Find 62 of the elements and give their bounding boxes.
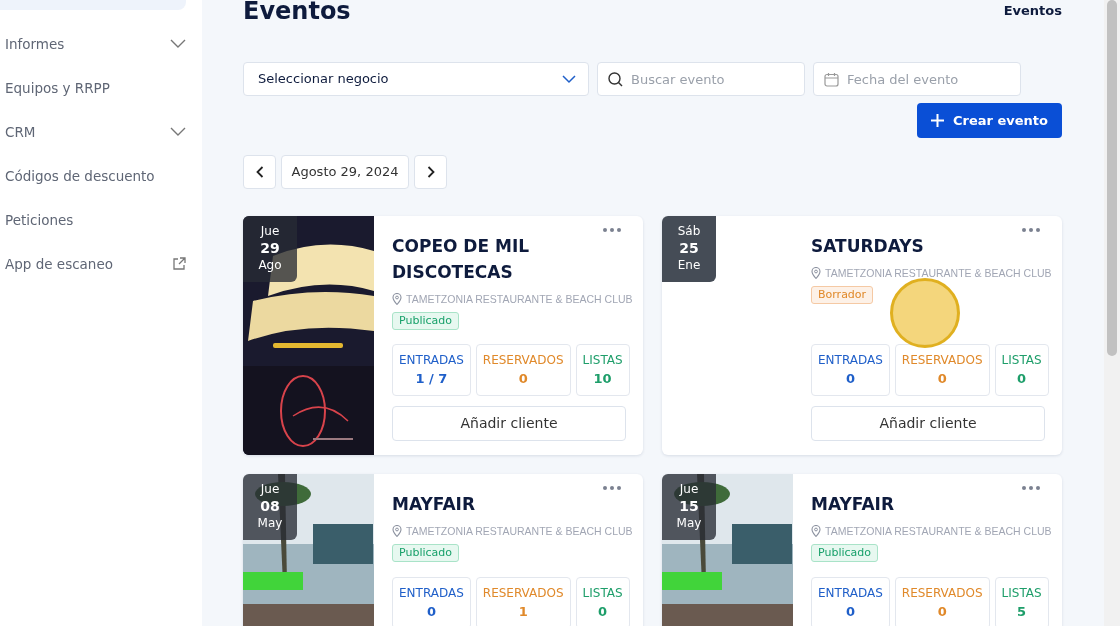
stat-box: LISTAS 5 <box>994 577 1049 626</box>
location-pin-icon <box>392 525 402 537</box>
business-select[interactable]: Seleccionar negocio <box>243 62 589 96</box>
date-field[interactable]: Fecha del evento <box>813 62 1021 96</box>
chevron-right-icon <box>426 166 435 178</box>
breadcrumb-item[interactable]: Eventos <box>1003 1 1062 21</box>
location-pin-icon <box>811 267 821 279</box>
stat-box: LISTAS 0 <box>575 577 630 626</box>
stat-box: ENTRADAS 0 <box>811 577 890 626</box>
status-badge: Publicado <box>392 312 459 330</box>
plus-icon <box>931 114 944 127</box>
date-label: Agosto 29, 2024 <box>281 155 409 189</box>
chevron-down-icon <box>562 74 576 84</box>
stat-box: RESERVADOS 0 <box>894 577 990 626</box>
location-pin-icon <box>392 293 402 305</box>
event-title: COPEO DE MIL DISCOTECAS <box>392 235 531 284</box>
stat-box: LISTAS 0 <box>994 344 1049 396</box>
sidebar-item[interactable]: Equipos y RRPP <box>5 66 186 110</box>
stat-box: RESERVADOS 0 <box>475 344 571 396</box>
chevron-down-icon[interactable] <box>170 127 186 137</box>
date-badge: Jue 29 Ago <box>243 216 297 282</box>
sidebar-item[interactable]: CRM <box>5 110 186 154</box>
more-options-icon[interactable] <box>603 486 621 490</box>
date-badge: Jue 08 May <box>243 474 297 540</box>
search-field[interactable]: Buscar evento <box>597 62 805 96</box>
venue-text: TAMETZONIA RESTAURANTE & BEACH CLUB <box>406 524 633 539</box>
event-title: SATURDAYS <box>811 235 925 258</box>
previous-date-button[interactable] <box>243 155 276 189</box>
stat-box: ENTRADAS 0 <box>811 344 890 396</box>
external-link-icon <box>172 257 186 271</box>
more-options-icon[interactable] <box>1022 486 1040 490</box>
date-badge: Jue 15 May <box>662 474 716 540</box>
stat-box: RESERVADOS 1 <box>475 577 571 626</box>
venue-text: TAMETZONIA RESTAURANTE & BEACH CLUB <box>825 266 1052 281</box>
scrollbar[interactable] <box>1104 0 1120 626</box>
sidebar-item[interactable]: Códigos de descuento <box>5 154 186 198</box>
status-badge: Publicado <box>811 544 878 562</box>
venue-text: TAMETZONIA RESTAURANTE & BEACH CLUB <box>406 292 633 307</box>
more-options-icon[interactable] <box>603 228 621 232</box>
venue-text: TAMETZONIA RESTAURANTE & BEACH CLUB <box>825 524 1052 539</box>
add-client-button[interactable]: Añadir cliente <box>392 406 626 441</box>
date-badge: Sáb 25 Ene <box>662 216 716 282</box>
sidebar-item[interactable]: Peticiones <box>5 198 186 242</box>
event-title: MAYFAIR <box>811 493 895 516</box>
status-badge: Publicado <box>392 544 459 562</box>
sidebar-item[interactable]: App de escaneo <box>5 242 186 286</box>
calendar-icon <box>824 72 839 87</box>
add-client-button[interactable]: Añadir cliente <box>811 406 1045 441</box>
sidebar-item[interactable]: Informes <box>5 22 186 66</box>
page-title: Eventos <box>243 0 351 22</box>
stat-box: ENTRADAS 1 / 7 <box>392 344 471 396</box>
chevron-left-icon <box>255 166 264 178</box>
stat-box: LISTAS 10 <box>575 344 630 396</box>
next-date-button[interactable] <box>414 155 447 189</box>
search-icon <box>608 72 623 87</box>
stat-box: ENTRADAS 0 <box>392 577 471 626</box>
more-options-icon[interactable] <box>1022 228 1040 232</box>
location-pin-icon <box>811 525 821 537</box>
status-badge: Borrador <box>811 286 874 304</box>
create-event-button[interactable]: Crear evento <box>917 103 1062 138</box>
chevron-down-icon[interactable] <box>170 39 186 49</box>
event-title: MAYFAIR <box>392 493 476 516</box>
